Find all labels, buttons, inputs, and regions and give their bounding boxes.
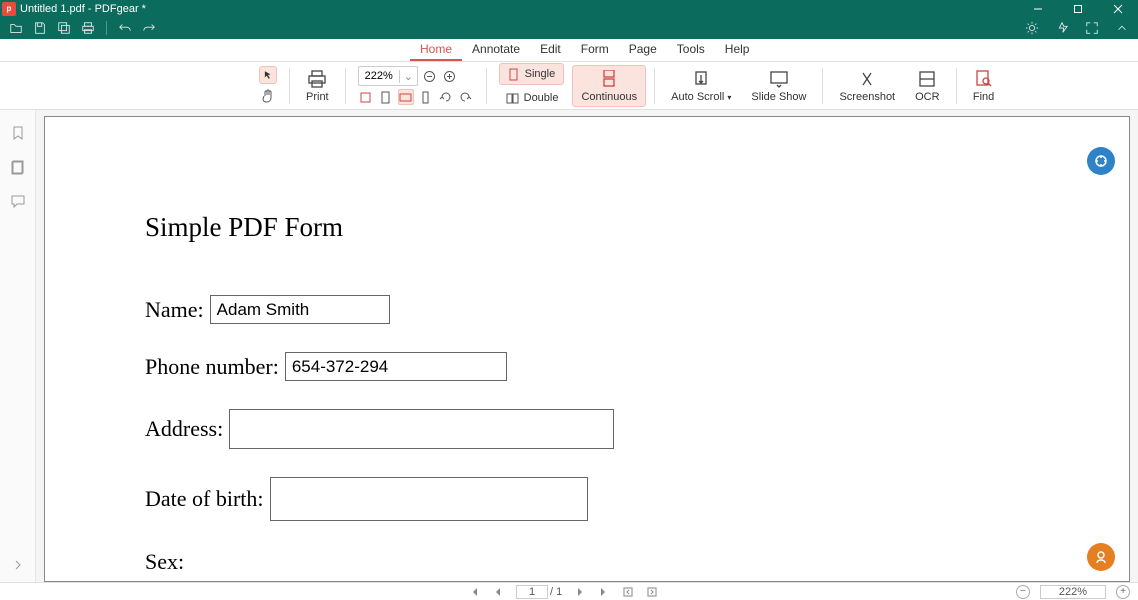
tab-page[interactable]: Page (619, 39, 667, 61)
print-label: Print (306, 91, 329, 103)
document-area[interactable]: Simple PDF Form Name: Adam Smith Phone n… (36, 110, 1138, 582)
bookmark-icon[interactable] (9, 124, 27, 142)
app-icon: p (2, 2, 16, 16)
fit-width-icon[interactable] (398, 89, 414, 105)
continuous-button[interactable]: Continuous (572, 65, 646, 107)
prev-view-icon[interactable] (622, 586, 634, 598)
quick-access-bar (0, 17, 1138, 39)
title-bar: p Untitled 1.pdf - PDFgear * (0, 0, 1138, 17)
menu-bar: Home Annotate Edit Form Page Tools Help (0, 39, 1138, 62)
select-tool-icon[interactable] (259, 66, 277, 84)
zoom-in-icon[interactable] (442, 68, 458, 84)
collapse-panel-icon[interactable] (9, 556, 27, 574)
status-bar: 1 / 1 − 222% + (0, 582, 1138, 600)
single-page-icon (506, 66, 522, 82)
support-button[interactable] (1087, 543, 1115, 571)
name-field[interactable]: Adam Smith (210, 295, 390, 324)
last-page-icon[interactable] (598, 586, 610, 598)
comments-icon[interactable] (9, 192, 27, 210)
tab-help[interactable]: Help (715, 39, 760, 61)
auto-scroll-button[interactable]: Auto Scroll ▾ (663, 66, 739, 106)
window-title: Untitled 1.pdf - PDFgear * (20, 3, 146, 15)
page-number-input[interactable]: 1 (516, 585, 548, 599)
ai-assist-button[interactable] (1087, 147, 1115, 175)
rotate-ccw-icon[interactable] (438, 89, 454, 105)
zoom-out-button[interactable]: − (1016, 585, 1030, 599)
double-page-button[interactable]: Double (499, 88, 565, 108)
side-panel (0, 110, 36, 582)
single-page-button[interactable]: Single (499, 63, 565, 85)
name-label: Name: (145, 297, 204, 323)
sex-label: Sex: (145, 549, 1129, 575)
chevron-down-icon: ⌄ (399, 70, 417, 83)
slide-show-button[interactable]: Slide Show (743, 66, 814, 106)
ocr-button[interactable]: OCR (907, 66, 947, 106)
open-icon[interactable] (8, 20, 24, 36)
feedback-icon[interactable] (1054, 20, 1070, 36)
zoom-value: 222% (359, 70, 399, 82)
redo-icon[interactable] (141, 20, 157, 36)
zoom-combo[interactable]: 222% ⌄ (358, 66, 418, 86)
close-button[interactable] (1098, 0, 1138, 17)
pdf-page: Simple PDF Form Name: Adam Smith Phone n… (44, 116, 1130, 582)
save-as-icon[interactable] (56, 20, 72, 36)
next-page-icon[interactable] (574, 586, 586, 598)
minimize-button[interactable] (1018, 0, 1058, 17)
tab-tools[interactable]: Tools (667, 39, 715, 61)
theme-icon[interactable] (1024, 20, 1040, 36)
rotate-cw-icon[interactable] (458, 89, 474, 105)
window-controls (1018, 0, 1138, 17)
ribbon: Print 222% ⌄ Single Double (0, 62, 1138, 110)
zoom-in-button[interactable]: + (1116, 585, 1130, 599)
form-title: Simple PDF Form (145, 212, 1129, 243)
chevron-down-icon: ▾ (727, 93, 731, 102)
fit-page-icon[interactable] (378, 89, 394, 105)
thumbnails-icon[interactable] (9, 158, 27, 176)
find-button[interactable]: Find (965, 66, 1003, 106)
tab-form[interactable]: Form (571, 39, 619, 61)
tab-home[interactable]: Home (410, 39, 462, 61)
page-total: / 1 (550, 586, 562, 598)
zoom-display[interactable]: 222% (1040, 585, 1106, 599)
phone-label: Phone number: (145, 354, 279, 380)
dob-field[interactable] (270, 477, 588, 521)
address-field[interactable] (229, 409, 614, 449)
dob-label: Date of birth: (145, 486, 264, 512)
main-area: Simple PDF Form Name: Adam Smith Phone n… (0, 110, 1138, 582)
save-icon[interactable] (32, 20, 48, 36)
undo-icon[interactable] (117, 20, 133, 36)
first-page-icon[interactable] (468, 586, 480, 598)
double-page-icon (505, 90, 521, 106)
hand-tool-icon[interactable] (259, 87, 277, 105)
fullscreen-icon[interactable] (1084, 20, 1100, 36)
pager: 1 / 1 (468, 585, 658, 599)
collapse-ribbon-icon[interactable] (1114, 20, 1130, 36)
print-button[interactable]: Print (298, 66, 337, 106)
phone-field[interactable]: 654-372-294 (285, 352, 507, 381)
screenshot-button[interactable]: Screenshot (831, 66, 903, 106)
print-icon[interactable] (80, 20, 96, 36)
fit-height-icon[interactable] (418, 89, 434, 105)
tab-annotate[interactable]: Annotate (462, 39, 530, 61)
zoom-out-icon[interactable] (422, 68, 438, 84)
prev-page-icon[interactable] (492, 586, 504, 598)
next-view-icon[interactable] (646, 586, 658, 598)
maximize-button[interactable] (1058, 0, 1098, 17)
tab-edit[interactable]: Edit (530, 39, 571, 61)
fit-actual-icon[interactable] (358, 89, 374, 105)
address-label: Address: (145, 416, 223, 442)
